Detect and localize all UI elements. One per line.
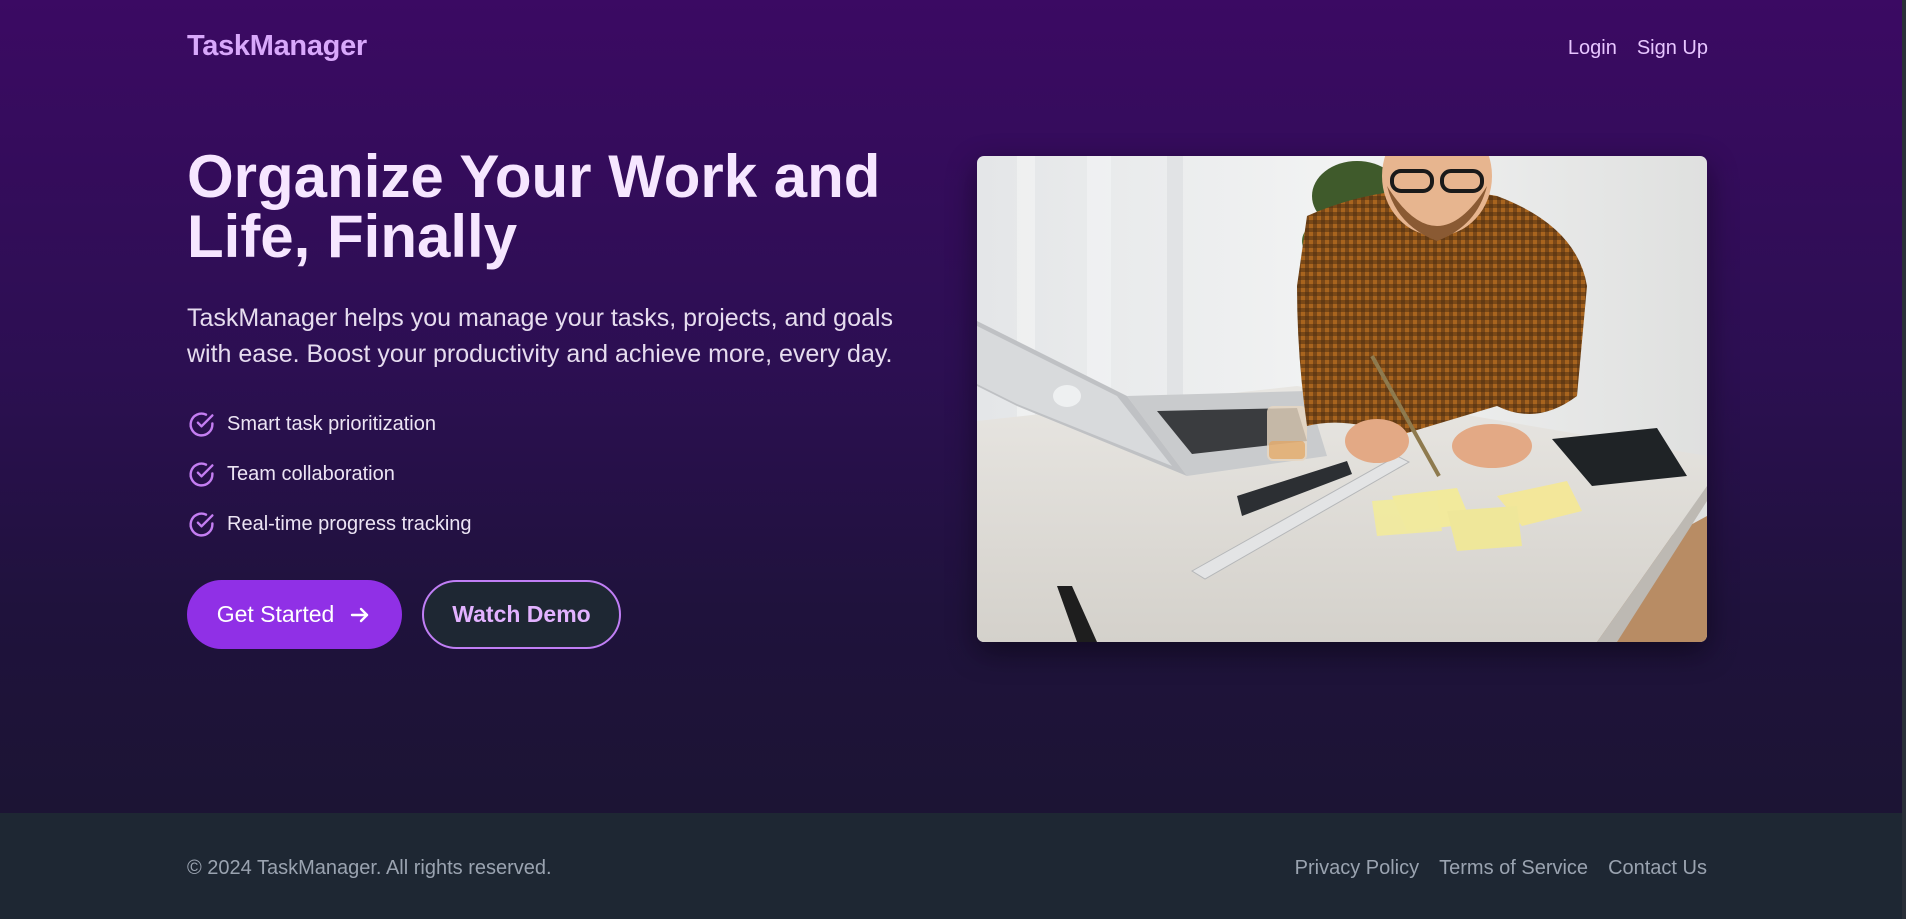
watch-demo-button[interactable]: Watch Demo (422, 580, 621, 649)
feature-label: Smart task prioritization (227, 412, 436, 435)
feature-item: Team collaboration (187, 459, 472, 489)
footer-nav: Privacy Policy Terms of Service Contact … (1295, 857, 1707, 880)
check-circle-icon (189, 411, 214, 437)
feature-list: Smart task prioritization Team collabora… (187, 409, 472, 559)
get-started-label: Get Started (216, 601, 335, 627)
page-scrollbar[interactable] (1902, 0, 1906, 919)
feature-item: Real-time progress tracking (187, 509, 472, 539)
hero-headline: Organize Your Work and Life, Finally (187, 143, 881, 270)
login-link[interactable]: Login (1568, 37, 1617, 60)
terms-of-service-link[interactable]: Terms of Service (1439, 857, 1588, 880)
privacy-policy-link[interactable]: Privacy Policy (1295, 857, 1419, 880)
check-circle-icon (189, 511, 214, 537)
hero-section: TaskManager Login Sign Up Organize Your … (0, 0, 1906, 813)
feature-label: Real-time progress tracking (227, 512, 472, 535)
hero-image (977, 156, 1707, 642)
get-started-button[interactable]: Get Started (187, 580, 402, 649)
feature-item: Smart task prioritization (187, 409, 472, 439)
check-circle-icon (189, 461, 214, 487)
top-nav: Login Sign Up (1568, 37, 1708, 60)
copyright-text: © 2024 TaskManager. All rights reserved. (187, 857, 552, 879)
contact-us-link[interactable]: Contact Us (1608, 857, 1707, 880)
hero-subtitle: TaskManager helps you manage your tasks,… (187, 304, 893, 368)
feature-label: Team collaboration (227, 462, 395, 485)
brand-logo[interactable]: TaskManager (187, 30, 367, 63)
arrow-right-icon (351, 607, 369, 622)
signup-link[interactable]: Sign Up (1637, 37, 1708, 60)
site-footer: © 2024 TaskManager. All rights reserved.… (0, 813, 1906, 919)
